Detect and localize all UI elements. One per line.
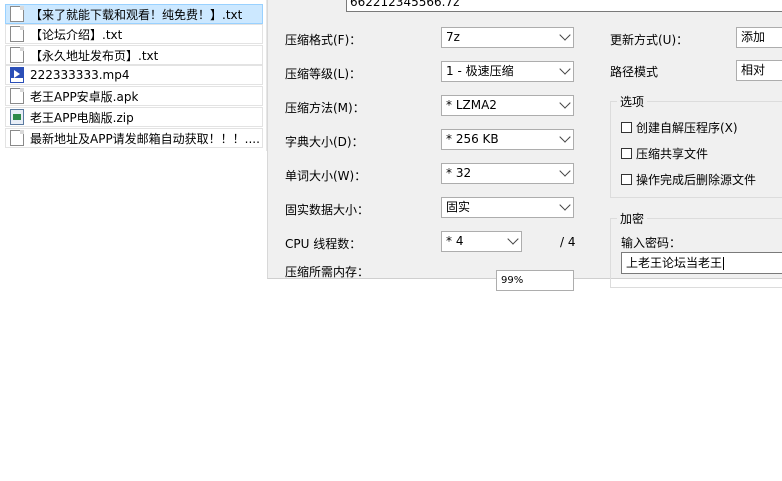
chevron-down-icon — [559, 131, 571, 143]
chevron-down-icon — [559, 199, 571, 211]
delete-after-checkbox-label: 操作完成后删除源文件 — [636, 173, 757, 187]
update-mode-label: 更新方式(U)： — [610, 33, 689, 47]
level-select[interactable]: 1 - 极速压缩 — [441, 61, 574, 82]
chevron-down-icon — [559, 63, 571, 75]
dict-size-value: * 256 KB — [446, 132, 499, 146]
chevron-down-icon — [559, 165, 571, 177]
path-mode-select[interactable]: 相对 — [736, 60, 782, 81]
file-item[interactable]: 【论坛介绍】.txt — [5, 24, 263, 44]
word-size-select[interactable]: * 32 — [441, 163, 574, 184]
dict-size-label: 字典大小(D)： — [285, 135, 364, 149]
chevron-down-icon — [507, 233, 519, 245]
method-value: * LZMA2 — [446, 98, 497, 112]
method-label: 压缩方法(M)： — [285, 101, 365, 115]
mp4-video-icon — [10, 67, 24, 83]
sfx-checkbox[interactable]: 创建自解压程序(X) — [621, 119, 738, 136]
file-name: 【永久地址发布页】.txt — [30, 48, 159, 63]
threads-select[interactable]: * 4 — [441, 231, 522, 252]
file-item[interactable]: 老王APP安卓版.apk — [5, 86, 263, 106]
text-file-icon — [10, 88, 24, 104]
level-label: 压缩等级(L)： — [285, 67, 362, 81]
file-item[interactable]: 【来了就能下载和观看！纯免费！】.txt — [5, 4, 263, 24]
checkbox-box — [621, 174, 632, 185]
text-caret — [723, 257, 725, 270]
format-select[interactable]: 7z — [441, 27, 574, 48]
text-file-icon — [10, 47, 24, 63]
solid-size-label: 固实数据大小： — [285, 203, 370, 217]
encryption-group-title: 加密 — [617, 210, 648, 227]
level-value: 1 - 极速压缩 — [446, 64, 514, 78]
file-name: 最新地址及APP请发邮箱自动获取！！！.... — [30, 131, 260, 146]
password-input[interactable]: 上老王论坛当老王 — [621, 252, 782, 274]
chevron-down-icon — [559, 29, 571, 41]
checkbox-box — [621, 148, 632, 159]
memory-usage-select[interactable]: 99% — [496, 270, 574, 291]
dict-size-select[interactable]: * 256 KB — [441, 129, 574, 150]
archive-name-input[interactable]: 662212345566.7z — [346, 0, 782, 12]
threads-value: * 4 — [446, 234, 464, 248]
format-label: 压缩格式(F)： — [285, 33, 362, 47]
memory-value: 99% — [501, 275, 524, 286]
file-name: 老王APP电脑版.zip — [30, 110, 134, 125]
format-value: 7z — [446, 30, 460, 44]
memory-label: 压缩所需内存： — [285, 265, 370, 279]
update-mode-value: 添加 — [741, 30, 766, 44]
file-name: 222333333.mp4 — [30, 68, 130, 82]
file-list: 【来了就能下载和观看！纯免费！】.txt 【论坛介绍】.txt 【永久地址发布页… — [0, 0, 267, 151]
options-group-title: 选项 — [617, 93, 648, 110]
chevron-down-icon — [559, 97, 571, 109]
method-select[interactable]: * LZMA2 — [441, 95, 574, 116]
file-item[interactable]: 最新地址及APP请发邮箱自动获取！！！.... — [5, 128, 263, 148]
word-size-value: * 32 — [446, 166, 472, 180]
update-mode-select[interactable]: 添加 — [736, 27, 782, 48]
text-file-icon — [10, 26, 24, 42]
path-mode-value: 相对 — [741, 63, 766, 77]
text-file-icon — [10, 130, 24, 146]
solid-size-select[interactable]: 固实 — [441, 197, 574, 218]
password-value: 上老王论坛当老王 — [626, 256, 723, 270]
zip-archive-icon — [10, 109, 24, 125]
threads-label: CPU 线程数： — [285, 237, 362, 251]
word-size-label: 单词大小(W)： — [285, 169, 367, 183]
file-name: 【论坛介绍】.txt — [30, 27, 123, 42]
file-item[interactable]: 【永久地址发布页】.txt — [5, 45, 263, 65]
sfx-checkbox-label: 创建自解压程序(X) — [636, 121, 738, 135]
text-file-icon — [10, 6, 24, 22]
file-name: 老王APP安卓版.apk — [30, 89, 139, 104]
threads-max: / 4 — [560, 235, 576, 249]
file-name: 【来了就能下载和观看！纯免费！】.txt — [30, 7, 243, 22]
path-mode-label: 路径模式 — [610, 65, 659, 79]
file-item[interactable]: 222333333.mp4 — [5, 65, 263, 85]
password-label: 输入密码： — [621, 236, 682, 250]
solid-size-value: 固实 — [446, 200, 471, 214]
shared-files-checkbox[interactable]: 压缩共享文件 — [621, 145, 708, 162]
shared-files-checkbox-label: 压缩共享文件 — [636, 147, 709, 161]
options-group: 选项 创建自解压程序(X) 压缩共享文件 操作完成后删除源文件 — [610, 93, 782, 198]
checkbox-box — [621, 122, 632, 133]
delete-after-checkbox[interactable]: 操作完成后删除源文件 — [621, 171, 756, 188]
file-item[interactable]: 老王APP电脑版.zip — [5, 107, 263, 127]
add-to-archive-dialog: 662212345566.7z 压缩格式(F)： 7z 压缩等级(L)： 1 -… — [267, 0, 782, 291]
